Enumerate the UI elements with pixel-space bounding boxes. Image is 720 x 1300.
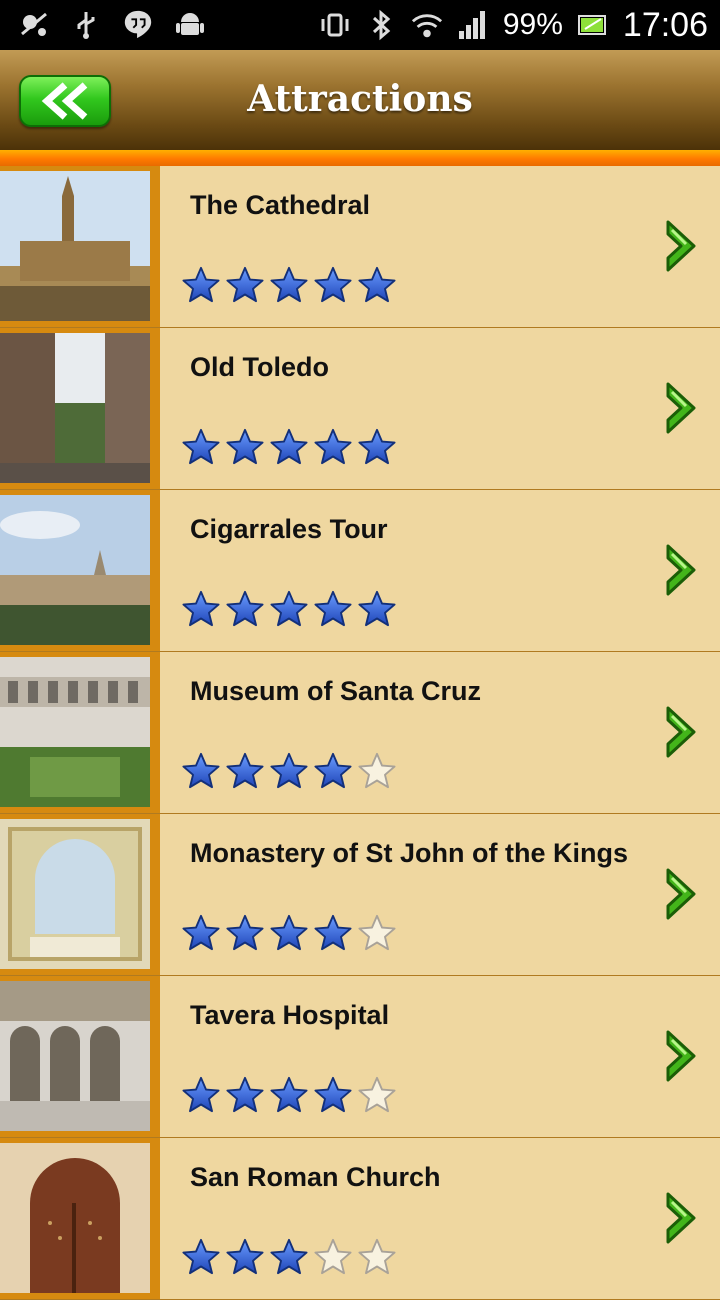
- list-item[interactable]: Old Toledo: [0, 328, 720, 490]
- attraction-name: The Cathedral: [190, 190, 371, 220]
- star-filled-icon: [182, 428, 220, 466]
- attraction-name: Cigarrales Tour: [190, 514, 388, 544]
- chevron-right-icon[interactable]: [664, 866, 700, 922]
- star-filled-icon: [314, 428, 352, 466]
- list-item[interactable]: Museum of Santa Cruz: [0, 652, 720, 814]
- star-filled-icon: [270, 590, 308, 628]
- usb-icon: [70, 8, 102, 40]
- list-item[interactable]: Monastery of St John of the Kings: [0, 814, 720, 976]
- thumbnail-frame: [0, 490, 160, 651]
- chevron-right-icon[interactable]: [664, 380, 700, 436]
- attraction-name: Tavera Hospital: [190, 1000, 390, 1030]
- star-filled-icon: [226, 266, 264, 304]
- battery-percent: 99%: [502, 8, 563, 41]
- thumbnail-frame: [0, 976, 160, 1137]
- star-filled-icon: [270, 266, 308, 304]
- star-filled-icon: [270, 428, 308, 466]
- star-filled-icon: [358, 428, 396, 466]
- star-empty-icon: [314, 1238, 352, 1276]
- attraction-thumbnail: [0, 981, 150, 1131]
- star-filled-icon: [226, 1076, 264, 1114]
- signal-icon: [457, 9, 489, 41]
- attraction-thumbnail: [0, 1143, 150, 1293]
- clock: 17:06: [622, 5, 708, 44]
- star-filled-icon: [226, 428, 264, 466]
- star-filled-icon: [226, 914, 264, 952]
- chevron-right-icon[interactable]: [664, 542, 700, 598]
- thumbnail-frame: [0, 166, 160, 327]
- attraction-name: Monastery of St John of the Kings: [190, 838, 629, 868]
- battery-icon: [577, 9, 609, 41]
- star-filled-icon: [226, 752, 264, 790]
- star-filled-icon: [270, 914, 308, 952]
- chat-icon: [122, 8, 154, 40]
- list-item[interactable]: Tavera Hospital: [0, 976, 720, 1138]
- status-bar: 99% 17:06: [0, 0, 720, 50]
- star-filled-icon: [270, 752, 308, 790]
- chevron-right-icon[interactable]: [664, 1028, 700, 1084]
- star-empty-icon: [358, 1238, 396, 1276]
- attraction-thumbnail: [0, 171, 150, 321]
- rating-stars: [182, 752, 396, 790]
- rating-stars: [182, 590, 396, 628]
- chevron-right-icon[interactable]: [664, 1190, 700, 1246]
- star-empty-icon: [358, 1076, 396, 1114]
- star-filled-icon: [182, 266, 220, 304]
- attraction-thumbnail: [0, 333, 150, 483]
- star-filled-icon: [226, 1238, 264, 1276]
- rating-stars: [182, 266, 396, 304]
- list-item[interactable]: San Roman Church: [0, 1138, 720, 1300]
- page-title: Attractions: [247, 78, 473, 120]
- attraction-name: Museum of Santa Cruz: [190, 676, 482, 706]
- star-filled-icon: [358, 590, 396, 628]
- attraction-name: Old Toledo: [190, 352, 329, 382]
- star-filled-icon: [314, 590, 352, 628]
- star-empty-icon: [358, 914, 396, 952]
- star-empty-icon: [358, 752, 396, 790]
- vibrate-icon: [319, 9, 351, 41]
- star-filled-icon: [182, 590, 220, 628]
- star-filled-icon: [314, 914, 352, 952]
- chevron-right-icon[interactable]: [664, 218, 700, 274]
- attraction-thumbnail: [0, 657, 150, 807]
- list-item[interactable]: The Cathedral: [0, 166, 720, 328]
- bluetooth-icon: [365, 9, 397, 41]
- star-filled-icon: [270, 1238, 308, 1276]
- star-filled-icon: [226, 590, 264, 628]
- rating-stars: [182, 428, 396, 466]
- rating-stars: [182, 914, 396, 952]
- star-filled-icon: [182, 1076, 220, 1114]
- thumbnail-frame: [0, 328, 160, 489]
- star-filled-icon: [182, 752, 220, 790]
- star-filled-icon: [314, 266, 352, 304]
- gps-icon: [18, 8, 50, 40]
- attraction-thumbnail: [0, 819, 150, 969]
- star-filled-icon: [314, 752, 352, 790]
- chevron-right-icon[interactable]: [664, 704, 700, 760]
- list-item[interactable]: Cigarrales Tour: [0, 490, 720, 652]
- rating-stars: [182, 1238, 396, 1276]
- star-filled-icon: [182, 1238, 220, 1276]
- star-filled-icon: [358, 266, 396, 304]
- header-accent-stripe: [0, 150, 720, 166]
- thumbnail-frame: [0, 814, 160, 975]
- star-filled-icon: [314, 1076, 352, 1114]
- thumbnail-frame: [0, 652, 160, 813]
- star-filled-icon: [270, 1076, 308, 1114]
- wifi-icon: [411, 9, 443, 41]
- star-filled-icon: [182, 914, 220, 952]
- attraction-thumbnail: [0, 495, 150, 645]
- attraction-name: San Roman Church: [190, 1162, 441, 1192]
- rating-stars: [182, 1076, 396, 1114]
- attractions-list: The Cathedral Old Toledo Cigarrales Tour Mu…: [0, 166, 720, 1300]
- thumbnail-frame: [0, 1138, 160, 1299]
- android-icon: [174, 8, 206, 40]
